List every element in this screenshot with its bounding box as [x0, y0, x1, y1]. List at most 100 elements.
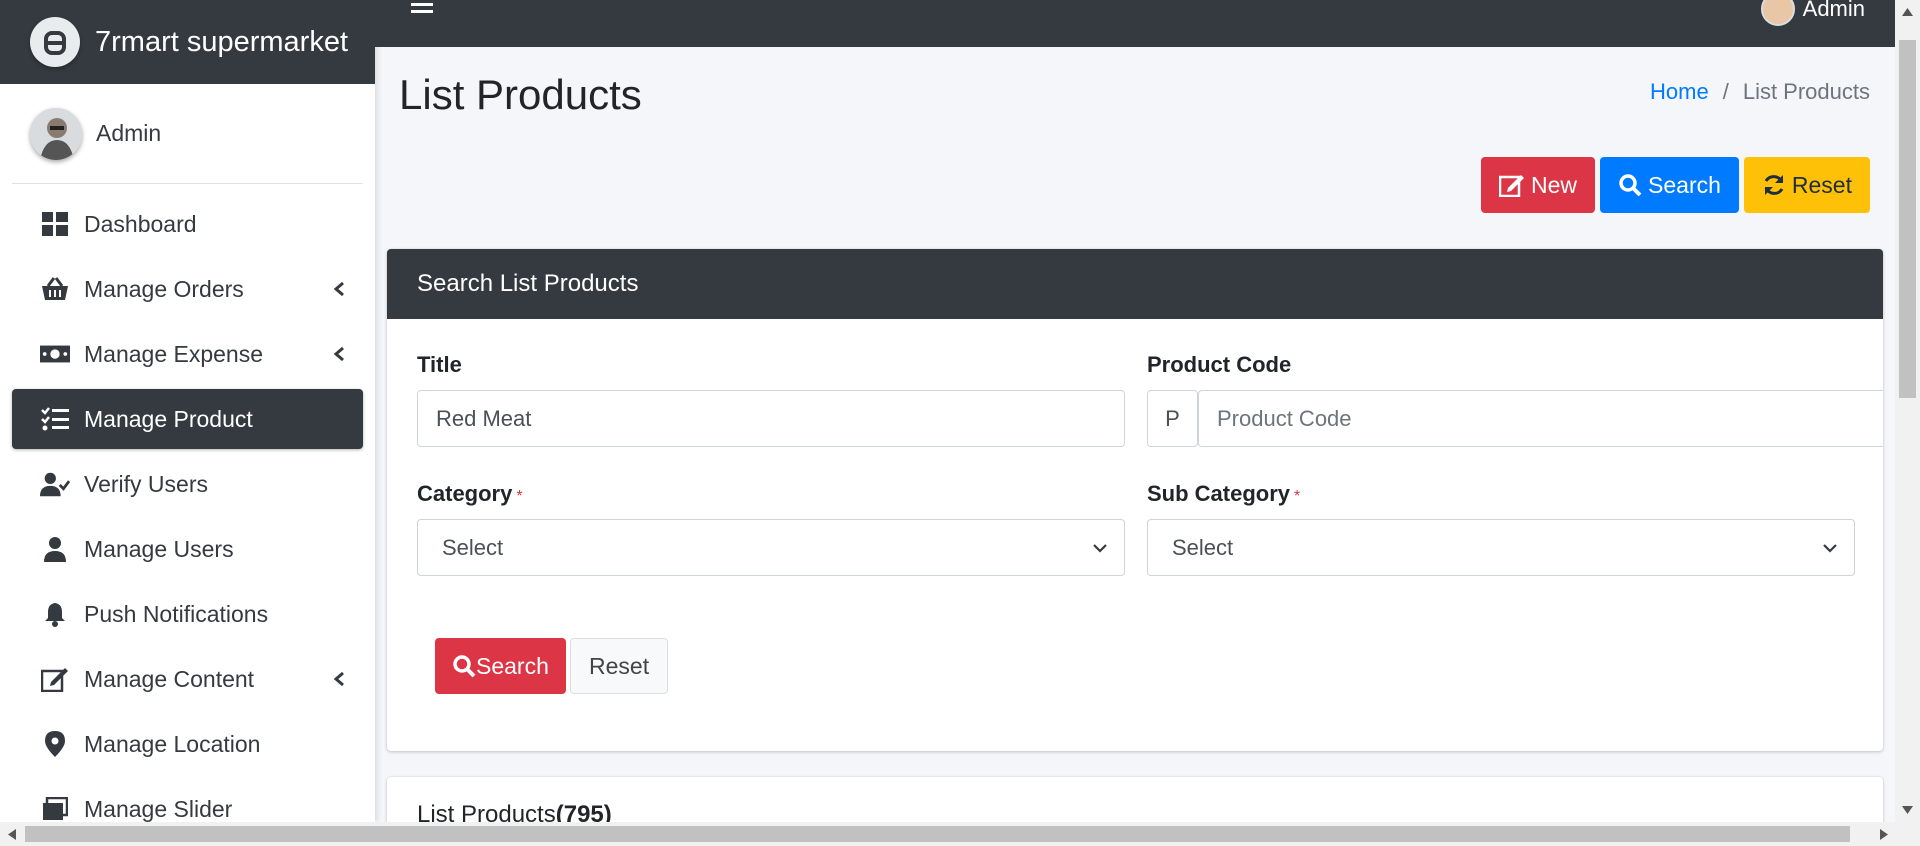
user-check-icon: [40, 469, 70, 499]
refresh-icon: [1764, 175, 1784, 195]
scroll-left-arrow-icon[interactable]: [8, 829, 16, 840]
required-marker: *: [1294, 488, 1301, 505]
form-reset-label: Reset: [589, 652, 650, 679]
sidebar-item-label: Manage Location: [84, 730, 261, 757]
sidebar-item-manage-users[interactable]: Manage Users: [12, 519, 363, 579]
list-products-count: (795): [555, 801, 612, 822]
list-products-title: List Products(795): [417, 801, 612, 822]
sidebar-nav: Dashboard Manage Orders Manage Expense M…: [0, 184, 375, 822]
breadcrumb-current: List Products: [1742, 79, 1870, 104]
sidebar-item-manage-content[interactable]: Manage Content: [12, 649, 363, 709]
edit-icon: [40, 664, 70, 694]
subcategory-select-value: Select: [1172, 534, 1234, 560]
new-button[interactable]: New: [1481, 157, 1596, 213]
chevron-down-icon: [1093, 543, 1107, 553]
subcategory-select[interactable]: Select: [1147, 519, 1855, 576]
subcategory-label-row: Sub Category *: [1147, 481, 1300, 507]
required-marker: *: [516, 488, 523, 505]
page-title: List Products: [399, 71, 642, 118]
product-code-label: Product Code: [1147, 352, 1292, 377]
avatar: [30, 107, 82, 160]
breadcrumb: Home / List Products: [1650, 79, 1870, 105]
breadcrumb-home-link[interactable]: Home: [1650, 79, 1709, 105]
sidebar-item-push-notifications[interactable]: Push Notifications: [12, 584, 363, 644]
sidebar-item-verify-users[interactable]: Verify Users: [12, 454, 363, 514]
chevron-down-icon: [1823, 543, 1837, 553]
category-select-value: Select: [442, 534, 504, 560]
title-input-value: Red Meat: [436, 405, 532, 431]
category-select[interactable]: Select: [417, 519, 1125, 576]
action-buttons: New Search Reset: [1481, 157, 1870, 213]
brand-logo-icon: [30, 17, 80, 67]
map-marker-icon: [40, 729, 70, 759]
edit-icon: [1499, 175, 1525, 197]
sidebar-item-manage-expense[interactable]: Manage Expense: [12, 324, 363, 384]
form-reset-button[interactable]: Reset: [570, 638, 669, 694]
category-label-row: Category *: [417, 481, 523, 507]
chevron-left-icon: [329, 344, 349, 364]
search-button-label: Search: [1648, 171, 1721, 198]
sidebar-item-label: Verify Users: [84, 470, 208, 497]
form-search-label: Search: [476, 652, 549, 679]
breadcrumb-separator: /: [1722, 79, 1729, 104]
new-button-label: New: [1531, 171, 1578, 198]
sidebar-item-label: Manage Orders: [84, 275, 244, 302]
subcategory-label: Sub Category: [1147, 481, 1291, 506]
sidebar-item-label: Manage Slider: [84, 795, 233, 822]
product-code-placeholder: Product Code: [1217, 405, 1352, 431]
bell-icon: [40, 599, 70, 629]
sidebar-item-label: Manage Users: [84, 535, 234, 562]
chevron-left-icon: [329, 669, 349, 689]
sidebar-item-label: Manage Content: [84, 665, 255, 692]
product-code-input[interactable]: Product Code: [1198, 390, 1883, 447]
top-navbar: Admin: [375, 0, 1895, 47]
dashboard-icon: [40, 209, 70, 239]
sidebar-item-label: Dashboard: [84, 210, 197, 237]
slider-icon: [40, 794, 70, 822]
user-name: Admin: [96, 120, 162, 146]
user-panel[interactable]: Admin: [12, 84, 363, 184]
main-content: List Products Home / List Products New S…: [375, 47, 1895, 822]
search-card: Search List Products Title Red Meat Prod…: [387, 249, 1883, 751]
top-user-menu[interactable]: Admin: [1760, 0, 1865, 26]
search-card-header: Search List Products: [387, 249, 1883, 319]
scroll-right-arrow-icon[interactable]: [1880, 829, 1888, 840]
sidebar: 7rmart supermarket Admin Dashboard Manag…: [0, 0, 375, 822]
reset-button-label: Reset: [1791, 171, 1852, 198]
sidebar-item-label: Push Notifications: [84, 600, 269, 627]
form-search-button[interactable]: Search: [435, 638, 566, 694]
vertical-scrollbar[interactable]: [1895, 0, 1920, 822]
user-icon: [40, 534, 70, 564]
top-avatar: [1760, 0, 1795, 26]
reset-button[interactable]: Reset: [1743, 157, 1870, 213]
money-icon: [40, 339, 70, 369]
search-button[interactable]: Search: [1600, 157, 1739, 213]
top-user-name: Admin: [1802, 0, 1865, 21]
search-icon: [453, 655, 476, 678]
product-code-prefix: P: [1147, 390, 1198, 447]
sidebar-item-manage-location[interactable]: Manage Location: [12, 714, 363, 774]
horizontal-scrollbar[interactable]: [0, 822, 1920, 846]
search-icon: [1619, 174, 1642, 197]
list-products-title-text: List Products: [417, 801, 556, 822]
sidebar-item-dashboard[interactable]: Dashboard: [12, 194, 363, 254]
sidebar-item-manage-product[interactable]: Manage Product: [12, 389, 363, 449]
brand[interactable]: 7rmart supermarket: [0, 0, 375, 84]
basket-icon: [40, 274, 70, 304]
chevron-left-icon: [329, 279, 349, 299]
scroll-up-arrow-icon[interactable]: [1902, 8, 1913, 16]
sidebar-item-manage-orders[interactable]: Manage Orders: [12, 259, 363, 319]
list-products-card: List Products(795): [387, 777, 1883, 822]
sidebar-item-label: Manage Expense: [84, 340, 264, 367]
sidebar-item-manage-slider[interactable]: Manage Slider: [12, 779, 363, 822]
title-label: Title: [417, 352, 462, 377]
sidebar-item-label: Manage Product: [84, 405, 253, 432]
list-check-icon: [40, 404, 70, 434]
brand-name: 7rmart supermarket: [95, 25, 349, 58]
hamburger-menu-icon[interactable]: [411, 0, 437, 20]
scroll-down-arrow-icon[interactable]: [1902, 806, 1913, 814]
title-input[interactable]: Red Meat: [417, 390, 1125, 447]
horizontal-scroll-thumb[interactable]: [25, 826, 1850, 842]
category-label: Category: [417, 481, 513, 506]
vertical-scroll-thumb[interactable]: [1899, 40, 1916, 398]
